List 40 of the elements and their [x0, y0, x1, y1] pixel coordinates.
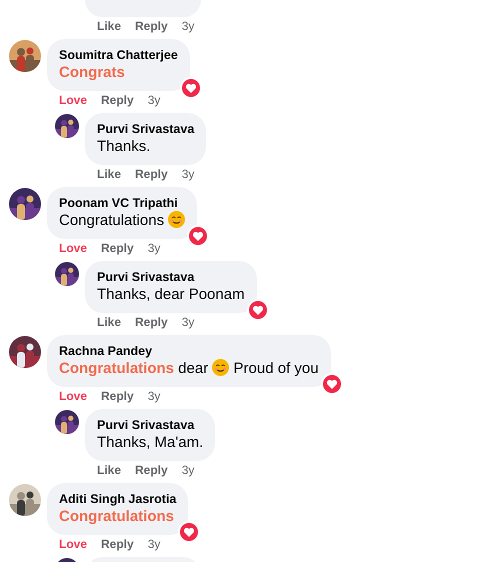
reaction-link[interactable]: Like: [97, 463, 122, 477]
reaction-link[interactable]: Love: [59, 389, 88, 403]
timestamp: 3y: [182, 463, 194, 477]
smiling-face-icon: [212, 359, 230, 376]
commenter-name[interactable]: Purvi Srivastava: [97, 417, 204, 433]
reply-link[interactable]: Reply: [135, 19, 168, 33]
commenter-name[interactable]: Poonam VC Tripathi: [59, 195, 186, 211]
reply-link[interactable]: Reply: [101, 537, 134, 551]
commenter-name[interactable]: Purvi Srivastava: [97, 121, 194, 137]
reaction-link[interactable]: Like: [97, 167, 122, 181]
timestamp: 3y: [148, 537, 160, 551]
reply-link[interactable]: Reply: [135, 167, 168, 181]
comment-text: Thanks, dear Poonam: [97, 285, 245, 305]
smiling-face-icon: [168, 211, 186, 228]
commenter-name[interactable]: Aditi Singh Jasrotia: [59, 491, 176, 507]
reply-link[interactable]: Reply: [135, 463, 168, 477]
reaction-link[interactable]: Love: [59, 93, 88, 107]
comment-text: Congratulations: [59, 507, 175, 527]
commenter-name[interactable]: Purvi Srivastava: [97, 269, 245, 285]
reaction-link[interactable]: Love: [59, 241, 88, 255]
comment-text: Congratulations: [59, 211, 186, 231]
timestamp: 3y: [182, 19, 194, 33]
timestamp: 3y: [182, 315, 194, 329]
reaction-link[interactable]: Like: [97, 19, 122, 33]
timestamp: 3y: [148, 93, 160, 107]
comment-text: Congratulations dear Proud of you: [59, 359, 319, 379]
timestamp: 3y: [148, 241, 160, 255]
reply-link[interactable]: Reply: [101, 93, 134, 107]
reply-link[interactable]: Reply: [101, 389, 134, 403]
comment-text: Congrats: [59, 63, 126, 83]
timestamp: 3y: [182, 167, 194, 181]
comment-text: Thanks, Ma'am.: [97, 433, 204, 453]
reply-link[interactable]: Reply: [101, 241, 134, 255]
comment-text: Thanks.: [97, 137, 152, 157]
commenter-name[interactable]: Rachna Pandey: [59, 343, 319, 359]
reaction-link[interactable]: Love: [59, 537, 88, 551]
timestamp: 3y: [148, 389, 160, 403]
reaction-link[interactable]: Like: [97, 315, 122, 329]
commenter-name[interactable]: Soumitra Chatterjee: [59, 47, 178, 63]
reply-link[interactable]: Reply: [135, 315, 168, 329]
